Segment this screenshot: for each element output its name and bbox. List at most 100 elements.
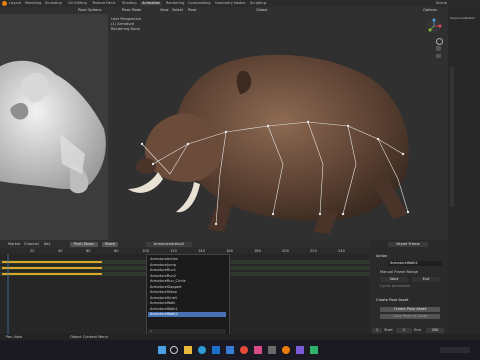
tab-scripting[interactable]: Scripting bbox=[250, 1, 266, 6]
push-down-button[interactable]: Push Down bbox=[70, 241, 98, 247]
tab-texture-paint[interactable]: Texture Paint bbox=[92, 1, 115, 6]
dopesheet-header: Marker Channel Key Push Down Stash Armat… bbox=[0, 240, 370, 248]
action-list-item[interactable]: ArmatureRun1 bbox=[150, 268, 176, 273]
frame-tick: 220 bbox=[310, 249, 317, 253]
current-frame-field[interactable]: 1 bbox=[372, 328, 382, 333]
viewport-overlay-status: Rendering Done bbox=[111, 27, 140, 31]
app-icon[interactable] bbox=[310, 346, 318, 354]
menu-channel[interactable]: Channel bbox=[24, 242, 39, 246]
action-list-item[interactable]: ArmatureWalk2 bbox=[148, 312, 226, 317]
action-list-item[interactable]: ArmatureWalk1 bbox=[150, 307, 178, 312]
properties-tab-icons[interactable] bbox=[450, 67, 454, 207]
tab-uv-editing[interactable]: UV Editing bbox=[68, 1, 87, 6]
tab-sculpting[interactable]: Sculpting bbox=[45, 1, 62, 6]
scene-selector[interactable]: Scene bbox=[436, 1, 447, 6]
action-list-item[interactable]: ArmatureSlapped bbox=[150, 285, 181, 290]
frame-tick: 200 bbox=[282, 249, 289, 253]
camera-icon[interactable] bbox=[436, 54, 441, 58]
os-taskbar bbox=[0, 340, 480, 360]
mail-icon[interactable] bbox=[212, 346, 220, 354]
frame-tick: 140 bbox=[198, 249, 205, 253]
left-viewport-header: Pose Options bbox=[0, 7, 108, 14]
action-name-field[interactable]: ArmatureWalk2 bbox=[388, 261, 442, 266]
viewport-overlay-perspective: User Perspective bbox=[111, 17, 142, 21]
action-list-item[interactable]: ArmatureSleep bbox=[150, 290, 177, 295]
blender-logo-icon[interactable] bbox=[2, 1, 7, 6]
action-properties-panel: Keyed Frame Action ArmatureWalk2 Manual … bbox=[370, 240, 448, 334]
menu-view[interactable]: View bbox=[160, 8, 169, 12]
action-selector[interactable]: ArmatureAction2 bbox=[146, 241, 192, 247]
boar-solid-preview bbox=[0, 14, 108, 240]
create-pose-asset-header[interactable]: Create Pose Asset bbox=[376, 298, 408, 302]
store-icon[interactable] bbox=[226, 346, 234, 354]
app-icon[interactable] bbox=[268, 346, 276, 354]
search-icon[interactable] bbox=[170, 346, 178, 354]
frame-tick: 120 bbox=[170, 249, 177, 253]
browser-icon[interactable] bbox=[198, 346, 206, 354]
action-section-header[interactable]: Action bbox=[376, 254, 387, 258]
main-viewport[interactable]: User Perspective (1) Armature Rendering … bbox=[108, 14, 448, 240]
tab-animation[interactable]: Animation bbox=[140, 1, 163, 6]
start-icon[interactable] bbox=[158, 346, 166, 354]
viewport-overlay-object: (1) Armature bbox=[111, 22, 135, 26]
boar-render bbox=[108, 14, 448, 240]
mode-selector[interactable]: Pose Mode bbox=[122, 8, 141, 12]
navigation-gizmo-icon[interactable] bbox=[426, 18, 442, 34]
create-pose-asset-button[interactable]: Create Pose Asset bbox=[380, 307, 440, 312]
system-tray-icon[interactable] bbox=[440, 347, 470, 353]
frame-start-field[interactable]: Start bbox=[380, 277, 408, 282]
tab-layout[interactable]: Layout bbox=[9, 1, 21, 6]
main-viewport-header: Pose Mode View Select Pose Global Option… bbox=[108, 7, 448, 14]
workspace-tabs-bar: Layout Modeling Sculpting UV Editing Tex… bbox=[0, 0, 480, 7]
status-pan-view: Pan View bbox=[6, 335, 23, 339]
menu-select[interactable]: Select bbox=[172, 8, 183, 12]
action-list-item[interactable]: ArmatureWalk bbox=[150, 301, 175, 306]
frame-tick: 60 bbox=[86, 249, 91, 253]
left-viewport[interactable] bbox=[0, 14, 108, 240]
transform-orientation[interactable]: Global bbox=[256, 8, 267, 12]
action-list-item[interactable]: ArmatureJump bbox=[150, 263, 176, 268]
status-context-menu: Object Context Menu bbox=[70, 335, 108, 339]
frame-tick: 180 bbox=[254, 249, 261, 253]
copy-pose-asset-button[interactable]: Copy Pose as Asset bbox=[380, 314, 440, 319]
media-icon[interactable] bbox=[254, 346, 262, 354]
pan-icon[interactable] bbox=[436, 46, 441, 51]
tab-shading[interactable]: Shading bbox=[122, 1, 137, 6]
pose-options-label[interactable]: Pose Options bbox=[78, 8, 101, 12]
frame-tick: 40 bbox=[58, 249, 63, 253]
viewport-options[interactable]: Options bbox=[423, 8, 437, 12]
frame-tick: 20 bbox=[30, 249, 35, 253]
right-side-panel: Scene Collection bbox=[448, 7, 480, 340]
file-explorer-icon[interactable] bbox=[184, 346, 192, 354]
app-icon[interactable] bbox=[296, 346, 304, 354]
frame-end-label: End bbox=[414, 328, 421, 332]
frame-tick: 160 bbox=[226, 249, 233, 253]
frame-end-field[interactable]: End bbox=[412, 277, 440, 282]
search-icon: ⌕ bbox=[150, 329, 153, 333]
tab-rendering[interactable]: Rendering bbox=[166, 1, 184, 6]
frame-tick: 80 bbox=[114, 249, 119, 253]
action-list-item[interactable]: ArmatureRun2 bbox=[150, 274, 176, 279]
keyed-frame-selector[interactable]: Keyed Frame bbox=[388, 242, 428, 247]
frame-start-value[interactable]: 1 bbox=[396, 328, 412, 333]
zoom-icon[interactable] bbox=[436, 38, 443, 45]
menu-pose[interactable]: Pose bbox=[188, 8, 196, 12]
tab-compositing[interactable]: Compositing bbox=[188, 1, 211, 6]
frame-end-value[interactable]: 250 bbox=[426, 328, 444, 333]
blender-taskbar-icon[interactable] bbox=[282, 346, 290, 354]
stash-button[interactable]: Stash bbox=[102, 241, 118, 247]
action-list-item[interactable]: ArmatureSmell bbox=[150, 296, 177, 301]
action-list-item[interactable]: ArmatureRun_Circle bbox=[150, 279, 186, 284]
menu-marker[interactable]: Marker bbox=[8, 242, 20, 246]
tab-modeling[interactable]: Modeling bbox=[25, 1, 41, 6]
action-dropdown-menu: ArmatureAction ArmatureJump ArmatureRun1 Ar… bbox=[146, 254, 230, 336]
action-list-item[interactable]: ArmatureAction bbox=[150, 257, 178, 262]
cyclic-animation-checkbox[interactable]: Cyclic Animation bbox=[380, 284, 410, 288]
chrome-icon[interactable] bbox=[240, 346, 248, 354]
tab-geometry-nodes[interactable]: Geometry Nodes bbox=[215, 1, 245, 6]
menu-key[interactable]: Key bbox=[44, 242, 51, 246]
frame-tick: 240 bbox=[338, 249, 345, 253]
outliner-scene-collection[interactable]: Scene Collection bbox=[450, 16, 475, 20]
manual-frame-range-checkbox[interactable]: Manual Frame Range bbox=[380, 270, 418, 274]
frame-start-label: Start bbox=[384, 328, 393, 332]
